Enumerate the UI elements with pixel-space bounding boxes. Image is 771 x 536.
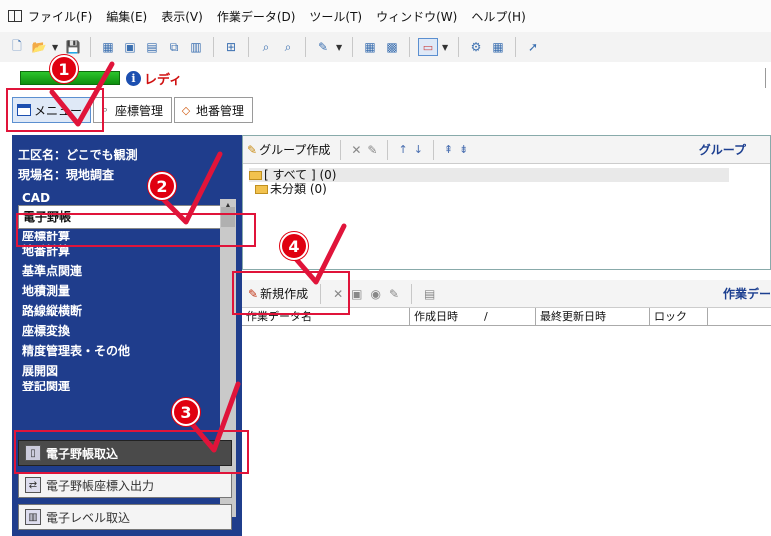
- step-callout-3: 3: [172, 398, 200, 426]
- step-callout-4: 4: [280, 232, 308, 260]
- checkmark-overlay: [49, 61, 347, 453]
- step-callout-2: 2: [148, 172, 176, 200]
- step-callout-1: 1: [50, 55, 78, 83]
